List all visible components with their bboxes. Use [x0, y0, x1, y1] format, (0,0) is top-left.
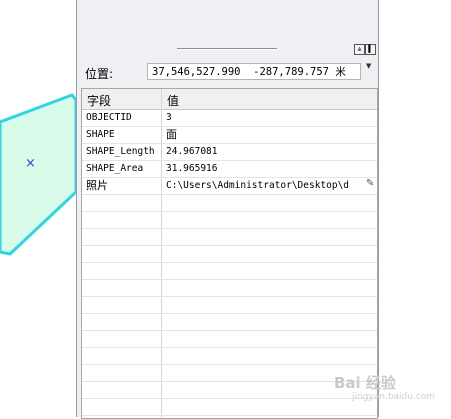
drag-grip[interactable]: [177, 48, 277, 50]
field-value: 面: [166, 128, 177, 141]
table-row[interactable]: SHAPE_Length 24.967081: [82, 144, 377, 161]
polygon-feature[interactable]: ×: [0, 0, 76, 417]
close-icon[interactable]: ▌: [365, 44, 376, 55]
table-row: [82, 331, 377, 348]
window-titlebar[interactable]: ⩓ ▌: [77, 42, 378, 56]
location-value-field[interactable]: 37,546,527.990 -287,789.757 米: [147, 63, 361, 80]
table-row: [82, 229, 377, 246]
attribute-table: 字段 值 OBJECTID 3 SHAPE 面 SHAPE_Length 24.…: [81, 88, 378, 419]
table-row: [82, 212, 377, 229]
field-name: SHAPE: [86, 129, 115, 140]
field-value: 24.967081: [166, 146, 218, 157]
location-label: 位置:: [85, 67, 114, 81]
field-name: SHAPE_Length: [86, 146, 155, 157]
table-row: [82, 399, 377, 416]
table-row[interactable]: SHAPE_Area 31.965916: [82, 161, 377, 178]
field-value: 31.965916: [166, 163, 218, 174]
restore-icon[interactable]: ⩓: [354, 44, 365, 55]
table-row: [82, 348, 377, 365]
selection-marker: ×: [25, 156, 36, 171]
watermark-logo: Bai 经验: [334, 374, 396, 392]
table-row[interactable]: 照片 C:\Users\Administrator\Desktop\d ✎: [82, 178, 377, 195]
field-value: 3: [166, 112, 172, 123]
table-row: [82, 365, 377, 382]
identify-window: ⩓ ▌ 位置: 37,546,527.990 -287,789.757 米 ▼ …: [76, 0, 379, 419]
table-row: [82, 195, 377, 212]
table-row: [82, 280, 377, 297]
field-column-header[interactable]: 字段: [87, 92, 111, 109]
table-row: [82, 263, 377, 280]
map-canvas[interactable]: ×: [0, 0, 76, 417]
value-column-header[interactable]: 值: [167, 92, 179, 109]
pencil-icon[interactable]: ✎: [366, 178, 374, 189]
table-header: 字段 值: [82, 89, 377, 110]
field-value: C:\Users\Administrator\Desktop\d: [166, 180, 350, 191]
location-row: 位置: 37,546,527.990 -287,789.757 米 ▼: [77, 60, 378, 84]
table-row[interactable]: OBJECTID 3: [82, 110, 377, 127]
field-name: SHAPE_Area: [86, 163, 144, 174]
table-row: [82, 297, 377, 314]
table-row: [82, 382, 377, 399]
table-row: [82, 246, 377, 263]
field-name: OBJECTID: [86, 112, 132, 123]
table-row[interactable]: SHAPE 面: [82, 127, 377, 144]
field-name: 照片: [86, 179, 108, 192]
watermark-url: jingyan.baidu.com: [352, 392, 436, 402]
chevron-down-icon[interactable]: ▼: [366, 62, 371, 70]
table-row: [82, 314, 377, 331]
